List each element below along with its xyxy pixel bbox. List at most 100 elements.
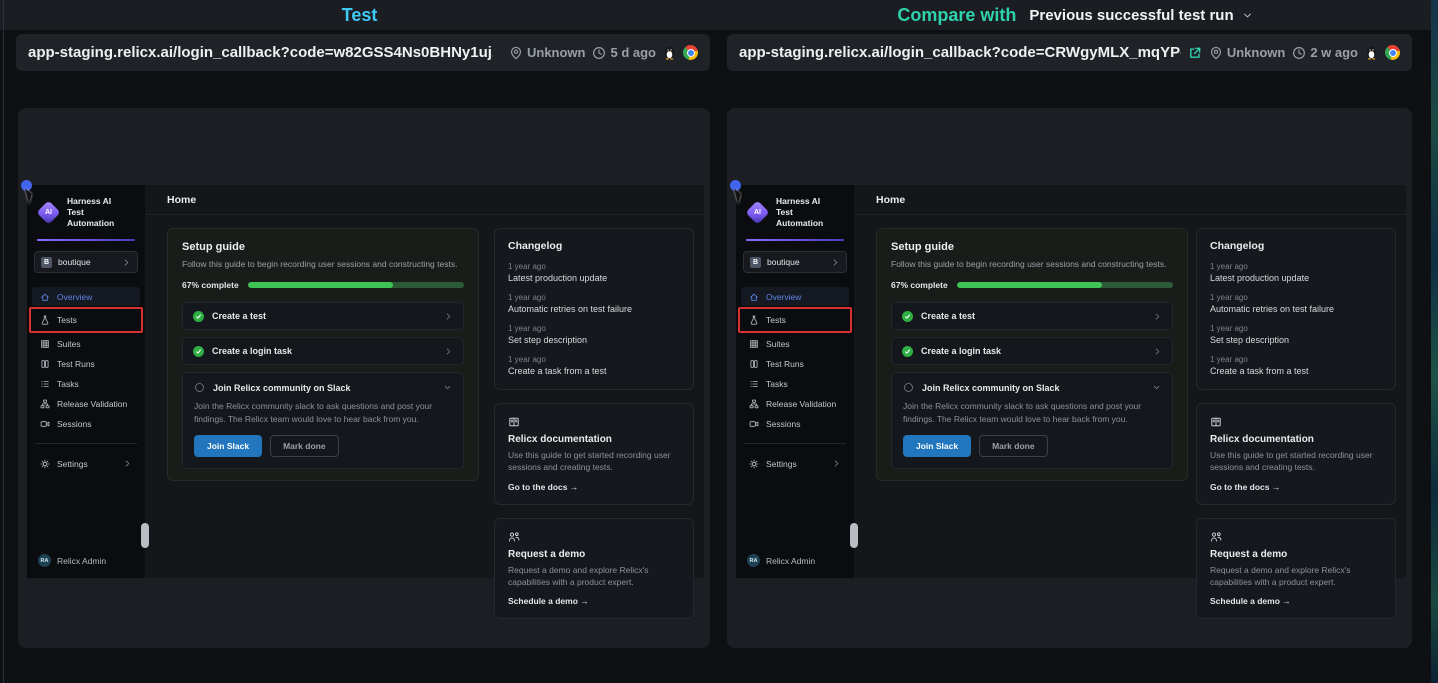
go-to-docs-link[interactable]: Go to the docs → (508, 482, 680, 492)
sidebar-item-tasks[interactable]: Tasks (741, 374, 849, 393)
sidebar-collapse-handle[interactable] (141, 523, 149, 548)
guide-item-create-login-task[interactable]: Create a login task (891, 337, 1173, 365)
clock-icon (1292, 46, 1306, 60)
test-url-bar[interactable]: app-staging.relicx.ai/login_callback?cod… (16, 34, 710, 71)
project-selector[interactable]: B boutique (34, 251, 138, 273)
guide-item-join-slack-header[interactable]: Join Relicx community on Slack (903, 382, 1161, 393)
changelog-entry: 1 year ago Latest production update (1210, 262, 1382, 283)
chevron-down-icon (443, 383, 452, 392)
project-name: boutique (58, 257, 91, 267)
app-sidebar: AI Harness AI Test Automation B boutique… (736, 185, 854, 578)
sidebar-item-tasks[interactable]: Tasks (32, 374, 140, 393)
columns-icon (40, 359, 50, 369)
changelog-entry: 1 year ago Set step description (1210, 324, 1382, 345)
project-badge: B (750, 257, 761, 268)
brand-name: Harness AI Test Automation (67, 196, 129, 229)
location-label: Unknown (527, 45, 586, 60)
user-menu[interactable]: RA Relicx Admin (27, 545, 145, 578)
progress-bar (248, 282, 464, 288)
compare-screenshot-container: AI Harness AI Test Automation B boutique… (727, 108, 1412, 648)
app-sidebar: AI Harness AI Test Automation B boutique… (27, 185, 145, 578)
sidebar-item-release-validation[interactable]: Release Validation (741, 394, 849, 413)
sidebar-item-test-runs[interactable]: Test Runs (741, 354, 849, 373)
book-icon (508, 416, 520, 428)
join-slack-description: Join the Relicx community slack to ask q… (903, 400, 1161, 426)
chevron-right-icon (122, 258, 131, 267)
brand-divider (746, 239, 844, 241)
schedule-demo-link[interactable]: Schedule a demo → (508, 596, 680, 606)
changelog-card: Changelog 1 year ago Latest production u… (494, 228, 694, 390)
location-pin-icon (1209, 46, 1223, 60)
age-meta: 2 w ago (1292, 45, 1358, 60)
mark-done-button[interactable]: Mark done (979, 435, 1048, 457)
guide-item-create-test[interactable]: Create a test (182, 302, 464, 330)
sidebar-item-sessions[interactable]: Sessions (32, 414, 140, 433)
demo-card: Request a demo Request a demo and explor… (1196, 518, 1396, 620)
sidebar-item-suites[interactable]: Suites (32, 334, 140, 353)
chrome-browser-icon (683, 45, 698, 60)
harness-logo-icon: AI (36, 201, 60, 225)
compare-url-bar[interactable]: app-staging.relicx.ai/login_callback?cod… (727, 34, 1412, 71)
guide-item-create-login-task[interactable]: Create a login task (182, 337, 464, 365)
home-icon (749, 292, 759, 302)
mark-done-button[interactable]: Mark done (270, 435, 339, 457)
project-selector[interactable]: B boutique (743, 251, 847, 273)
join-slack-buttons: Join Slack Mark done (194, 435, 452, 457)
documentation-title: Relicx documentation (1210, 434, 1382, 445)
setup-guide-title: Setup guide (182, 241, 464, 253)
brand-divider (37, 239, 135, 241)
guide-item-join-slack: Join Relicx community on Slack Join the … (891, 372, 1173, 469)
sidebar-item-overview[interactable]: Overview (32, 287, 140, 306)
sidebar-item-suites[interactable]: Suites (741, 334, 849, 353)
sidebar-item-settings[interactable]: Settings (32, 454, 140, 473)
gear-icon (749, 459, 759, 469)
brand-logo-row: AI Harness AI Test Automation (736, 185, 854, 236)
guide-item-join-slack: Join Relicx community on Slack Join the … (182, 372, 464, 469)
info-column: Changelog 1 year ago Latest production u… (494, 228, 694, 619)
chevron-down-icon (1152, 383, 1161, 392)
external-link-icon[interactable] (1188, 46, 1202, 60)
setup-guide-column: Setup guide Follow this guide to begin r… (876, 228, 1188, 619)
location-meta: Unknown (509, 45, 586, 60)
guide-item-join-slack-header[interactable]: Join Relicx community on Slack (194, 382, 452, 393)
guide-item-create-test[interactable]: Create a test (891, 302, 1173, 330)
setup-guide-title: Setup guide (891, 241, 1173, 253)
join-slack-button[interactable]: Join Slack (903, 435, 971, 457)
cursor-position-marker (21, 180, 32, 191)
progress-row: 67% complete (891, 280, 1173, 290)
sidebar-item-release-validation[interactable]: Release Validation (32, 394, 140, 413)
setup-guide-description: Follow this guide to begin recording use… (891, 259, 1173, 269)
sidebar-item-tests[interactable]: Tests (29, 307, 143, 333)
sidebar-item-settings[interactable]: Settings (741, 454, 849, 473)
cursor-position-marker (730, 180, 741, 191)
brand-logo-row: AI Harness AI Test Automation (27, 185, 145, 236)
compare-target-dropdown[interactable]: Previous successful test run (1029, 7, 1252, 24)
linux-penguin-icon (663, 46, 676, 60)
chevron-right-icon (444, 347, 453, 356)
age-label: 2 w ago (1310, 45, 1358, 60)
join-slack-button[interactable]: Join Slack (194, 435, 262, 457)
progress-label: 67% complete (891, 280, 948, 290)
embedded-app-screenshot: AI Harness AI Test Automation B boutique… (27, 185, 704, 578)
test-panel: Test app-staging.relicx.ai/login_callbac… (0, 0, 719, 683)
sidebar-item-overview[interactable]: Overview (741, 287, 849, 306)
sidebar-collapse-handle[interactable] (850, 523, 858, 548)
sidebar-item-sessions[interactable]: Sessions (741, 414, 849, 433)
embedded-app-screenshot: AI Harness AI Test Automation B boutique… (736, 185, 1406, 578)
demo-card: Request a demo Request a demo and explor… (494, 518, 694, 620)
brand-name: Harness AI Test Automation (776, 196, 838, 229)
sidebar-item-test-runs[interactable]: Test Runs (32, 354, 140, 373)
join-slack-description: Join the Relicx community slack to ask q… (194, 400, 452, 426)
schedule-demo-link[interactable]: Schedule a demo → (1210, 596, 1382, 606)
compare-url-text: app-staging.relicx.ai/login_callback?cod… (739, 44, 1181, 61)
user-name: Relicx Admin (766, 556, 815, 566)
setup-guide-column: Setup guide Follow this guide to begin r… (167, 228, 479, 619)
list-icon (40, 379, 50, 389)
chevron-right-icon (1153, 312, 1162, 321)
user-menu[interactable]: RA Relicx Admin (736, 545, 854, 578)
go-to-docs-link[interactable]: Go to the docs → (1210, 482, 1382, 492)
check-circle-icon (193, 311, 204, 322)
sidebar-item-tests[interactable]: Tests (738, 307, 852, 333)
test-panel-title: Test (342, 5, 378, 26)
changelog-title: Changelog (508, 240, 680, 252)
